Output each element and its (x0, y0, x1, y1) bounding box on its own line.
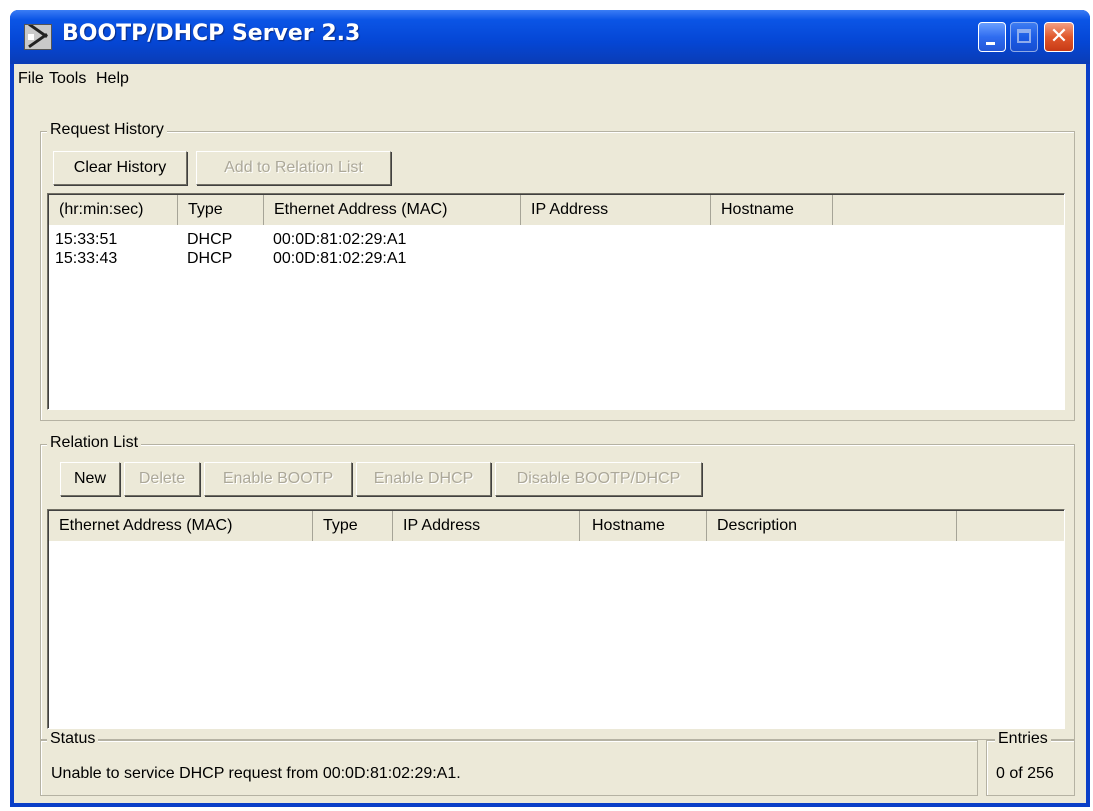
enable-dhcp-button: Enable DHCP (356, 462, 491, 496)
column-mac[interactable]: Ethernet Address (MAC) (49, 511, 313, 541)
column-ip[interactable]: IP Address (521, 195, 711, 225)
menu-help[interactable]: Help (96, 70, 129, 88)
app-window: BOOTP/DHCP Server 2.3 ✕ File Tools Help … (10, 10, 1090, 807)
close-button[interactable]: ✕ (1044, 22, 1074, 52)
entries-legend: Entries (995, 730, 1051, 748)
cell-mac: 00:0D:81:02:29:A1 (273, 250, 407, 267)
delete-button: Delete (124, 462, 200, 496)
request-history-legend: Request History (47, 121, 167, 139)
column-description[interactable]: Description (707, 511, 957, 541)
maximize-button (1010, 22, 1038, 52)
column-type[interactable]: Type (178, 195, 264, 225)
column-mac[interactable]: Ethernet Address (MAC) (264, 195, 521, 225)
request-history-header: (hr:min:sec) Type Ethernet Address (MAC)… (49, 195, 1064, 225)
cell-time: 15:33:51 (55, 231, 118, 248)
table-row[interactable]: 15:33:51 DHCP 00:0D:81:02:29:A1 (49, 230, 1049, 249)
relation-list-legend: Relation List (47, 434, 142, 452)
add-to-relation-list-button: Add to Relation List (196, 151, 391, 185)
column-filler (957, 511, 1064, 541)
column-type[interactable]: Type (313, 511, 393, 541)
relation-list-header: Ethernet Address (MAC) Type IP Address H… (49, 511, 1064, 541)
window-title: BOOTP/DHCP Server 2.3 (62, 21, 361, 46)
disable-bootp-dhcp-button: Disable BOOTP/DHCP (495, 462, 702, 496)
new-button[interactable]: New (60, 462, 120, 496)
status-legend: Status (47, 730, 99, 748)
column-time[interactable]: (hr:min:sec) (49, 195, 178, 225)
clear-history-button[interactable]: Clear History (53, 151, 187, 185)
table-row[interactable]: 15:33:43 DHCP 00:0D:81:02:29:A1 (49, 249, 1049, 268)
minimize-icon (986, 42, 995, 45)
column-ip[interactable]: IP Address (393, 511, 580, 541)
menu-tools[interactable]: Tools (49, 70, 86, 88)
column-hostname[interactable]: Hostname (711, 195, 833, 225)
cell-type: DHCP (187, 250, 233, 267)
title-bar[interactable]: BOOTP/DHCP Server 2.3 ✕ (10, 10, 1090, 64)
maximize-icon (1017, 29, 1031, 43)
relation-list[interactable]: Ethernet Address (MAC) Type IP Address H… (47, 509, 1065, 729)
status-message: Unable to service DHCP request from 00:0… (51, 765, 461, 782)
enable-bootp-button: Enable BOOTP (204, 462, 352, 496)
close-icon: ✕ (1049, 24, 1069, 49)
menu-bar: File Tools Help (14, 64, 1086, 92)
minimize-button[interactable] (978, 22, 1006, 52)
window-client-area: File Tools Help Request History Clear Hi… (14, 64, 1086, 803)
cell-time: 15:33:43 (55, 250, 118, 267)
cell-mac: 00:0D:81:02:29:A1 (273, 231, 407, 248)
entries-count: 0 of 256 (996, 765, 1054, 782)
menu-file[interactable]: File (18, 70, 44, 88)
app-icon[interactable] (24, 24, 52, 50)
request-history-list[interactable]: (hr:min:sec) Type Ethernet Address (MAC)… (47, 193, 1065, 410)
column-hostname[interactable]: Hostname (580, 511, 707, 541)
column-filler (833, 195, 1064, 225)
cell-type: DHCP (187, 231, 233, 248)
